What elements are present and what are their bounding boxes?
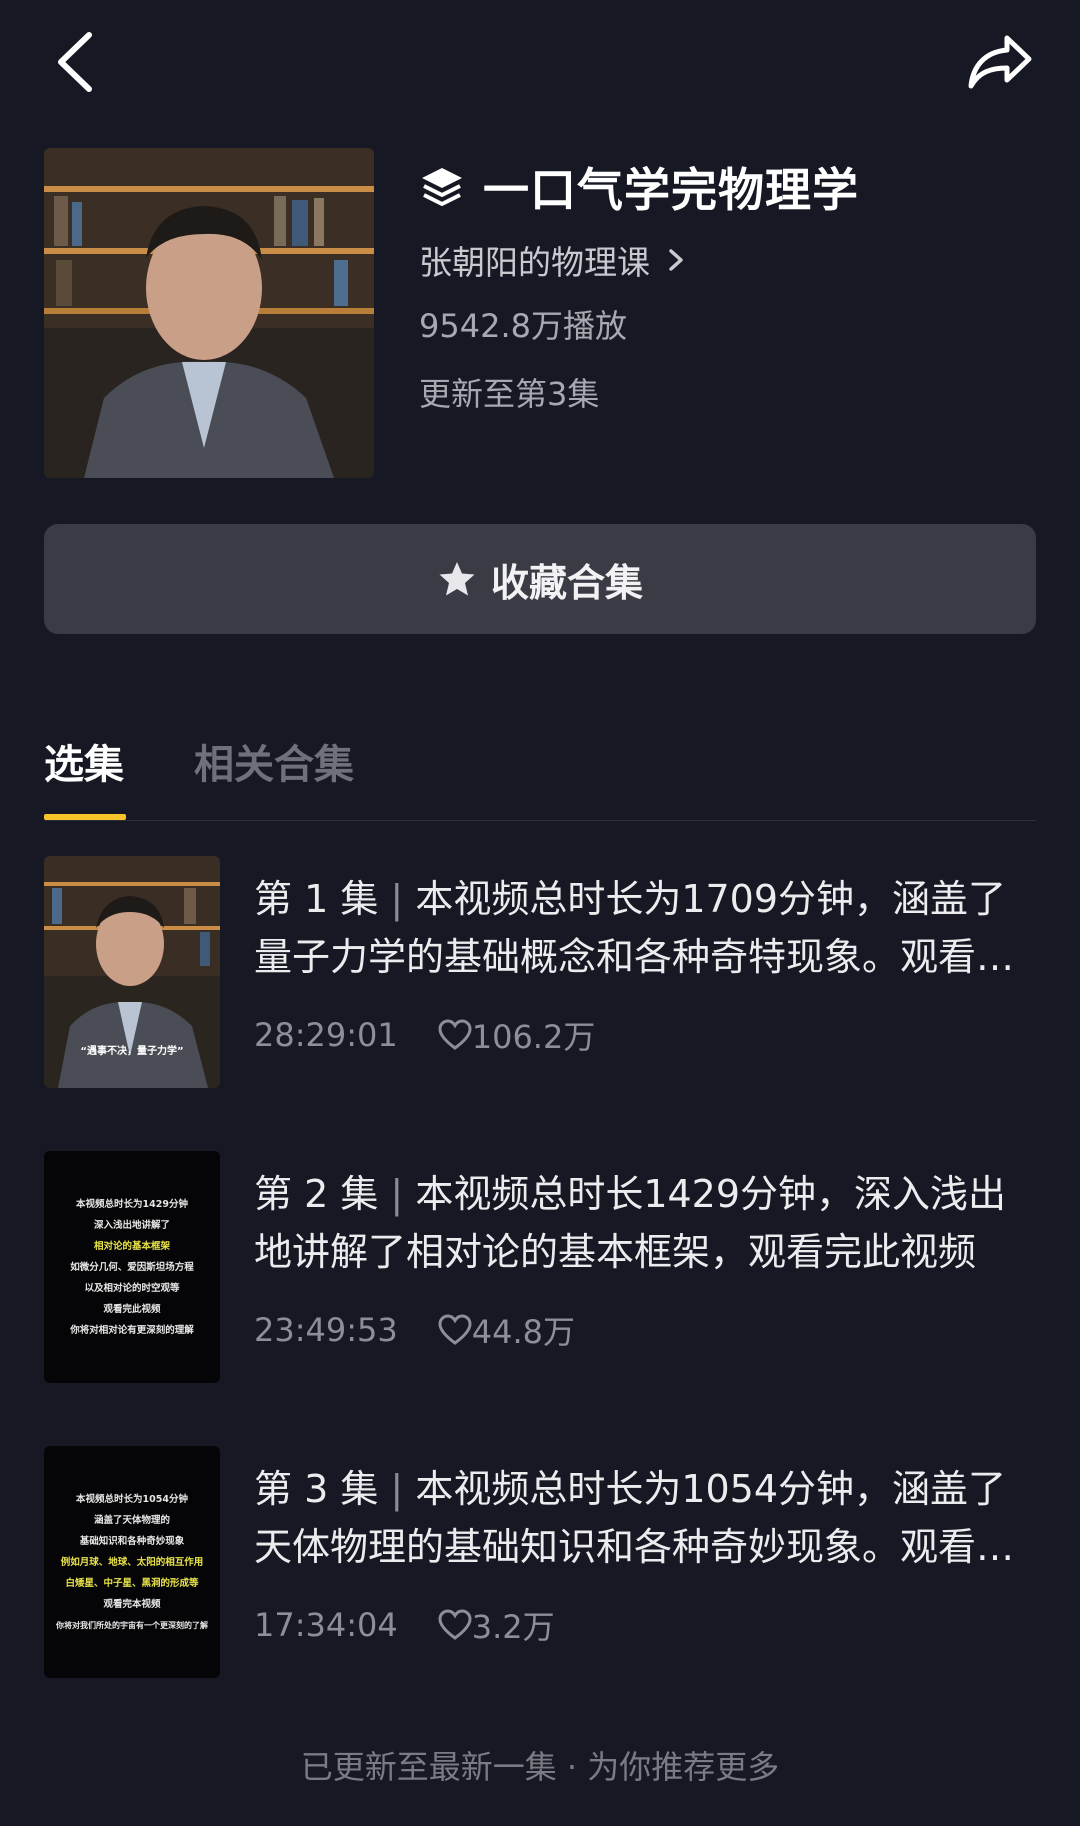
author-link[interactable]: 张朝阳的物理课 — [419, 234, 1039, 286]
episode-duration: 23:49:53 — [254, 1311, 398, 1349]
collection-info: 一口气学完物理学 张朝阳的物理课 9542.8万播放 更新至第3集 — [419, 148, 1039, 420]
episode-duration: 17:34:04 — [254, 1606, 398, 1644]
thumbnail-text-line: 你将对我们所处的宇宙有一个更深刻的了解 — [56, 1620, 208, 1630]
active-tab-indicator — [44, 814, 126, 820]
chevron-right-icon — [669, 249, 683, 271]
tab-bar: 选集 相关合集 — [44, 720, 1036, 821]
heart-icon — [438, 1314, 472, 1345]
episode-duration: 28:29:01 — [254, 1016, 398, 1054]
episode-number: 第 2 集 — [254, 1172, 379, 1216]
episode-body: 第 3 集 | 本视频总时长为1054分钟，涵盖了天体物理的基础知识和各种奇妙现… — [254, 1460, 1036, 1648]
thumbnail-text-line: 你将对相对论有更深刻的理解 — [70, 1324, 194, 1336]
episode-likes: 106.2万 — [438, 1012, 596, 1058]
episode-body: 第 1 集 | 本视频总时长为1709分钟，涵盖了量子力学的基础概念和各种奇特现… — [254, 870, 1036, 1058]
star-icon — [439, 562, 475, 596]
thumbnail-text-line: 观看完本视频 — [103, 1598, 161, 1610]
collection-header: 一口气学完物理学 张朝阳的物理课 9542.8万播放 更新至第3集 — [44, 148, 1044, 478]
thumbnail-caption: “遇事不决，量子力学” — [80, 1046, 184, 1057]
thumbnail-text-line: 以及相对论的时空观等 — [84, 1282, 180, 1294]
episode-thumbnail[interactable]: 本视频总时长为1054分钟 涵盖了天体物理的 基础知识和各种奇妙现象 例如月球、… — [44, 1446, 220, 1678]
thumbnail-text-line: 涵盖了天体物理的 — [93, 1514, 170, 1526]
episode-title: 第 3 集 | 本视频总时长为1054分钟，涵盖了天体物理的基础知识和各种奇妙现… — [254, 1460, 1036, 1576]
thumbnail-text-line: 白矮星、中子星、黑洞的形成等 — [65, 1577, 199, 1589]
heart-icon — [438, 1019, 472, 1050]
thumbnail-text-line: 本视频总时长为1054分钟 — [76, 1493, 188, 1505]
heart-icon — [438, 1609, 472, 1640]
episode-thumbnail[interactable]: “遇事不决，量子力学” — [44, 856, 220, 1088]
author-name: 张朝阳的物理课 — [419, 243, 650, 282]
tab-related-collections[interactable]: 相关合集 — [194, 732, 354, 790]
like-count: 44.8万 — [471, 1313, 575, 1351]
back-button[interactable] — [40, 22, 110, 102]
thumbnail-text-line: 本视频总时长为1429分钟 — [76, 1198, 188, 1210]
favorite-collection-button[interactable]: 收藏合集 — [44, 524, 1036, 634]
episode-number: 第 1 集 — [254, 877, 379, 921]
episode-stats: 23:49:53 44.8万 — [254, 1307, 1036, 1353]
episode-likes: 44.8万 — [438, 1307, 575, 1353]
episode-item[interactable]: 本视频总时长为1429分钟 深入浅出地讲解了 相对论的基本框架 如微分几何、爱因… — [44, 1151, 1036, 1383]
title-row: 一口气学完物理学 — [419, 148, 1039, 226]
share-arrow-icon — [968, 35, 1032, 89]
text-thumbnail: 本视频总时长为1429分钟 深入浅出地讲解了 相对论的基本框架 如微分几何、爱因… — [44, 1151, 220, 1383]
episode-stats: 17:34:04 3.2万 — [254, 1602, 1036, 1648]
thumbnail-text-line: 深入浅出地讲解了 — [93, 1219, 170, 1231]
like-count: 3.2万 — [471, 1608, 555, 1646]
thumbnail-text-line: 如微分几何、爱因斯坦场方程 — [70, 1261, 194, 1273]
thumbnail-text-line: 观看完此视频 — [103, 1303, 161, 1315]
thumbnail-text-line: 例如月球、地球、太阳的相互作用 — [60, 1556, 204, 1568]
top-bar — [0, 0, 1080, 130]
episode-body: 第 2 集 | 本视频总时长1429分钟，深入浅出地讲解了相对论的基本框架，观看… — [254, 1165, 1036, 1353]
thumbnail-text-line: 相对论的基本框架 — [93, 1240, 170, 1252]
episode-title: 第 1 集 | 本视频总时长为1709分钟，涵盖了量子力学的基础概念和各种奇特现… — [254, 870, 1036, 986]
tab-episodes[interactable]: 选集 — [44, 732, 124, 790]
text-thumbnail: 本视频总时长为1054分钟 涵盖了天体物理的 基础知识和各种奇妙现象 例如月球、… — [44, 1446, 220, 1678]
update-status: 更新至第3集 — [419, 375, 600, 413]
collection-title: 一口气学完物理学 — [483, 163, 859, 217]
favorite-button-label: 收藏合集 — [490, 560, 643, 605]
episode-title: 第 2 集 | 本视频总时长1429分钟，深入浅出地讲解了相对论的基本框架，观看… — [254, 1172, 1007, 1274]
play-count: 9542.8万播放 — [419, 307, 627, 345]
thumbnail-text-line: 基础知识和各种奇妙现象 — [79, 1535, 185, 1547]
episode-number: 第 3 集 — [254, 1467, 379, 1511]
footer-note: 已更新至最新一集 · 为你推荐更多 — [300, 1748, 780, 1786]
share-button[interactable] — [960, 22, 1040, 102]
chevron-left-icon — [58, 32, 92, 92]
collection-cover-image[interactable] — [44, 148, 374, 478]
episode-item[interactable]: “遇事不决，量子力学” 第 1 集 | 本视频总时长为1709分钟，涵盖了量子力… — [44, 856, 1036, 1088]
episode-stats: 28:29:01 106.2万 — [254, 1012, 1036, 1058]
episode-item[interactable]: 本视频总时长为1054分钟 涵盖了天体物理的 基础知识和各种奇妙现象 例如月球、… — [44, 1446, 1036, 1678]
like-count: 106.2万 — [471, 1018, 596, 1056]
episode-likes: 3.2万 — [438, 1602, 555, 1648]
layers-icon — [422, 168, 462, 206]
episode-thumbnail[interactable]: 本视频总时长为1429分钟 深入浅出地讲解了 相对论的基本框架 如微分几何、爱因… — [44, 1151, 220, 1383]
